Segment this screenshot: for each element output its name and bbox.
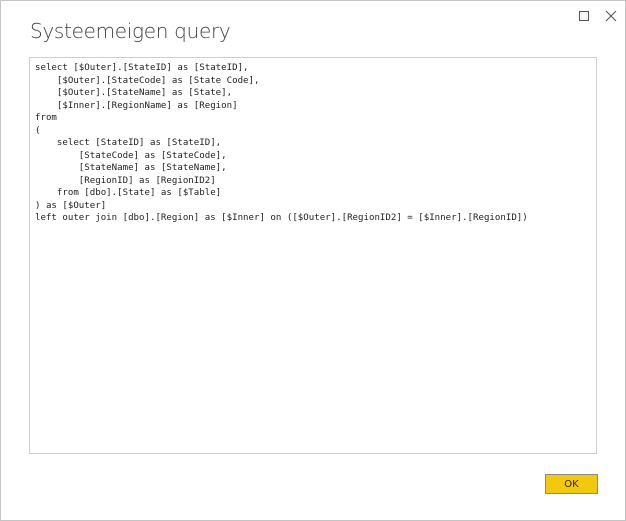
close-icon: [605, 10, 617, 22]
query-text: select [$Outer].[StateID] as [StateID], …: [35, 63, 528, 223]
native-query-dialog: Systeemeigen query select [$Outer].[Stat…: [0, 0, 626, 521]
maximize-icon: [579, 11, 589, 21]
query-text-area[interactable]: select [$Outer].[StateID] as [StateID], …: [29, 57, 597, 454]
ok-button[interactable]: OK: [545, 474, 598, 494]
dialog-title: Systeemeigen query: [30, 19, 231, 43]
maximize-button[interactable]: [577, 8, 591, 22]
close-button[interactable]: [604, 8, 618, 22]
